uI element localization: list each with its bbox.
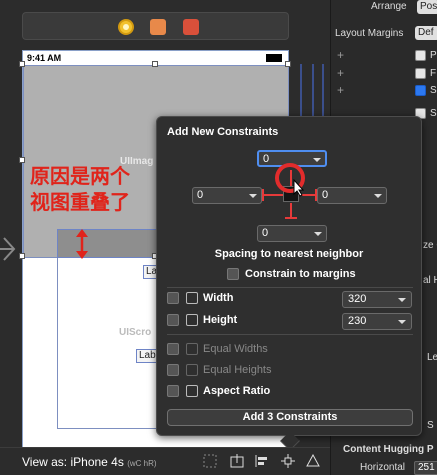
leading-spacing-field[interactable]: 0 bbox=[192, 187, 262, 204]
chevron-down-icon[interactable] bbox=[398, 298, 406, 302]
aspect-ratio-checkbox[interactable] bbox=[167, 385, 179, 397]
margin-checkbox[interactable] bbox=[415, 50, 426, 61]
first-responder-icon[interactable] bbox=[150, 19, 166, 35]
checkbox-label: P bbox=[430, 50, 437, 61]
view-controller-icon[interactable] bbox=[118, 19, 134, 35]
leading-strut-cap bbox=[262, 189, 264, 201]
horizontal-priority-field[interactable]: 251 bbox=[414, 461, 437, 475]
chevron-down-icon[interactable] bbox=[374, 194, 382, 198]
trailing-spacing-value: 0 bbox=[322, 189, 329, 201]
canvas-bottom-bar: View as: iPhone 4s (wC hR) bbox=[0, 447, 330, 475]
bottom-spacing-field[interactable]: 0 bbox=[257, 225, 327, 242]
width-label: Width bbox=[203, 292, 234, 304]
add-constraints-button[interactable]: Add 3 Constraints bbox=[167, 409, 413, 426]
chevron-down-icon[interactable] bbox=[398, 320, 406, 324]
aspect-ratio-icon bbox=[186, 385, 198, 397]
chevron-down-icon[interactable] bbox=[313, 158, 321, 162]
height-icon bbox=[186, 314, 198, 326]
constrain-margins-checkbox[interactable] bbox=[227, 268, 239, 280]
width-value: 320 bbox=[348, 293, 367, 305]
add-constraints-popover: Add New Constraints 0 0 0 0 Spacing to n… bbox=[156, 116, 422, 451]
divider bbox=[167, 334, 413, 335]
overlap-annotation: 原因是两个 视图重叠了 bbox=[30, 164, 155, 216]
embed-in-icon[interactable] bbox=[230, 454, 244, 468]
height-label: Height bbox=[203, 314, 238, 326]
add-icon[interactable]: + bbox=[337, 83, 344, 97]
view-as-label: View as: iPhone 4s bbox=[22, 455, 124, 469]
layout-margins-popup[interactable]: Def bbox=[415, 26, 437, 40]
inspector-side-text: Le bbox=[427, 352, 437, 363]
equal-heights-checkbox[interactable] bbox=[167, 364, 179, 376]
leading-spacing-value: 0 bbox=[197, 189, 204, 201]
guide-line bbox=[312, 64, 314, 124]
guide-line bbox=[322, 64, 324, 124]
double-arrow-icon bbox=[76, 229, 88, 259]
bottom-strut[interactable] bbox=[290, 203, 292, 218]
width-field[interactable]: 320 bbox=[342, 291, 412, 308]
inspector-side-text: al H bbox=[423, 275, 437, 286]
scene-dock bbox=[22, 12, 289, 40]
update-frames-icon[interactable] bbox=[203, 454, 217, 468]
scroll-view-label: UIScro bbox=[119, 327, 152, 338]
width-icon bbox=[186, 292, 198, 304]
resize-handle[interactable] bbox=[152, 61, 158, 67]
margin-checkbox[interactable] bbox=[415, 85, 426, 96]
bottom-spacing-value: 0 bbox=[262, 227, 269, 239]
horizontal-label: Horizontal bbox=[360, 462, 406, 473]
chevron-down-icon[interactable] bbox=[249, 194, 257, 198]
guide-line bbox=[300, 64, 302, 124]
resize-handle[interactable] bbox=[19, 61, 25, 67]
resize-handle[interactable] bbox=[19, 253, 25, 259]
spacing-label: Spacing to nearest neighbor bbox=[214, 248, 364, 260]
add-icon[interactable]: + bbox=[337, 66, 344, 80]
arrange-popup[interactable]: Pos bbox=[417, 0, 437, 14]
divider bbox=[167, 287, 413, 288]
equal-widths-checkbox[interactable] bbox=[167, 343, 179, 355]
resize-handle[interactable] bbox=[19, 157, 25, 163]
view-as-button[interactable]: View as: iPhone 4s (wC hR) bbox=[22, 455, 157, 469]
battery-icon bbox=[266, 54, 282, 62]
aspect-ratio-label: Aspect Ratio bbox=[203, 385, 271, 397]
checkbox-label: S bbox=[430, 85, 437, 96]
height-checkbox[interactable] bbox=[167, 314, 179, 326]
popover-title: Add New Constraints bbox=[167, 126, 279, 138]
top-spacing-value: 0 bbox=[263, 153, 270, 165]
content-hugging-label: Content Hugging P bbox=[343, 444, 434, 455]
equal-widths-icon bbox=[186, 343, 198, 355]
leading-strut[interactable] bbox=[263, 194, 283, 196]
equal-widths-label: Equal Widths bbox=[203, 343, 268, 355]
status-time: 9:41 AM bbox=[27, 53, 62, 63]
height-field[interactable]: 230 bbox=[342, 313, 412, 330]
trailing-spacing-field[interactable]: 0 bbox=[317, 187, 387, 204]
inspector-side-text: S bbox=[427, 420, 434, 431]
annotation-line: 原因是两个 bbox=[30, 166, 130, 188]
chevron-down-icon[interactable] bbox=[314, 232, 322, 236]
resize-handle[interactable] bbox=[285, 61, 291, 67]
equal-heights-label: Equal Heights bbox=[203, 364, 272, 376]
arrange-label: Arrange bbox=[371, 1, 407, 12]
add-icon[interactable]: + bbox=[337, 48, 344, 62]
checkbox-label: S bbox=[430, 108, 437, 119]
width-checkbox[interactable] bbox=[167, 292, 179, 304]
annotation-line: 视图重叠了 bbox=[30, 192, 130, 214]
bottom-strut-cap bbox=[285, 217, 297, 219]
pin-icon[interactable] bbox=[281, 454, 295, 468]
margin-checkbox[interactable] bbox=[415, 68, 426, 79]
resolve-issues-icon[interactable] bbox=[306, 454, 320, 468]
constrain-margins-label: Constrain to margins bbox=[245, 268, 356, 280]
inspector-side-text: ze C bbox=[423, 240, 437, 251]
exit-icon[interactable] bbox=[183, 19, 199, 35]
size-class-label: (wC hR) bbox=[127, 459, 157, 468]
mouse-cursor-icon bbox=[293, 179, 305, 197]
trailing-strut-cap bbox=[315, 189, 317, 201]
layout-margins-label: Layout Margins bbox=[335, 28, 404, 39]
height-value: 230 bbox=[348, 315, 367, 327]
xcode-window: 9:41 AM UIImag UIScro Lab Lab 原因是两个 视图重叠… bbox=[0, 0, 437, 475]
equal-heights-icon bbox=[186, 364, 198, 376]
scene-entry-arrow-icon bbox=[0, 237, 16, 261]
align-icon[interactable] bbox=[255, 454, 269, 468]
checkbox-label: F bbox=[430, 68, 437, 79]
